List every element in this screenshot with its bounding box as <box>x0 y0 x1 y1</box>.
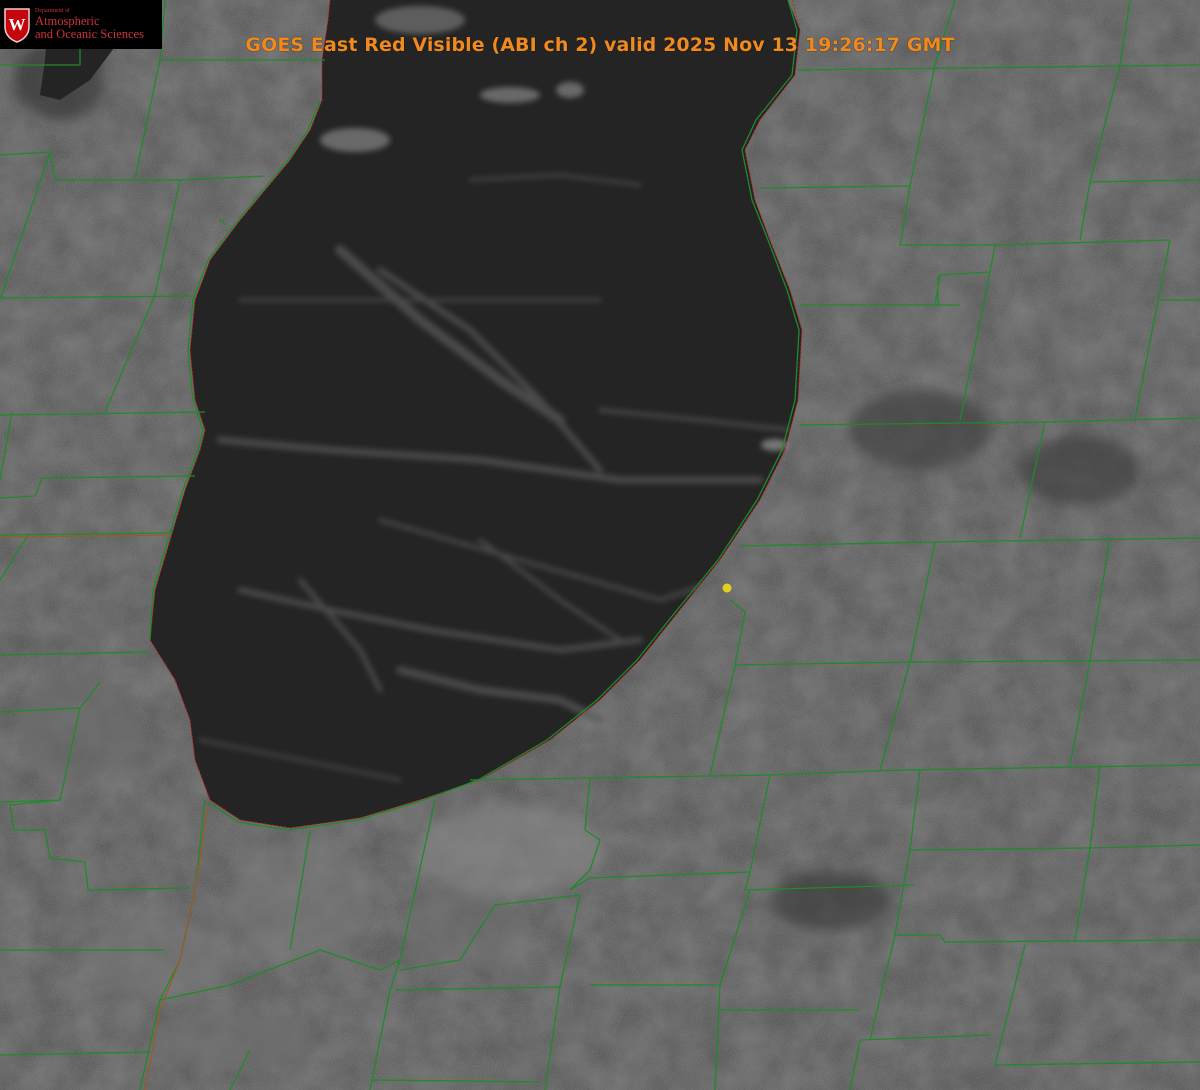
logo-line-2: and Oceanic Sciences <box>35 27 144 42</box>
uw-crest-icon: W <box>3 7 31 43</box>
svg-text:W: W <box>9 15 26 34</box>
satellite-image-viewer: GOES East Red Visible (ABI ch 2) valid 2… <box>0 0 1200 1090</box>
satellite-map <box>0 0 1200 1090</box>
site-marker <box>722 583 732 593</box>
aos-logo: W Department of Atmospheric and Oceanic … <box>0 0 162 49</box>
image-title: GOES East Red Visible (ABI ch 2) valid 2… <box>245 34 955 56</box>
